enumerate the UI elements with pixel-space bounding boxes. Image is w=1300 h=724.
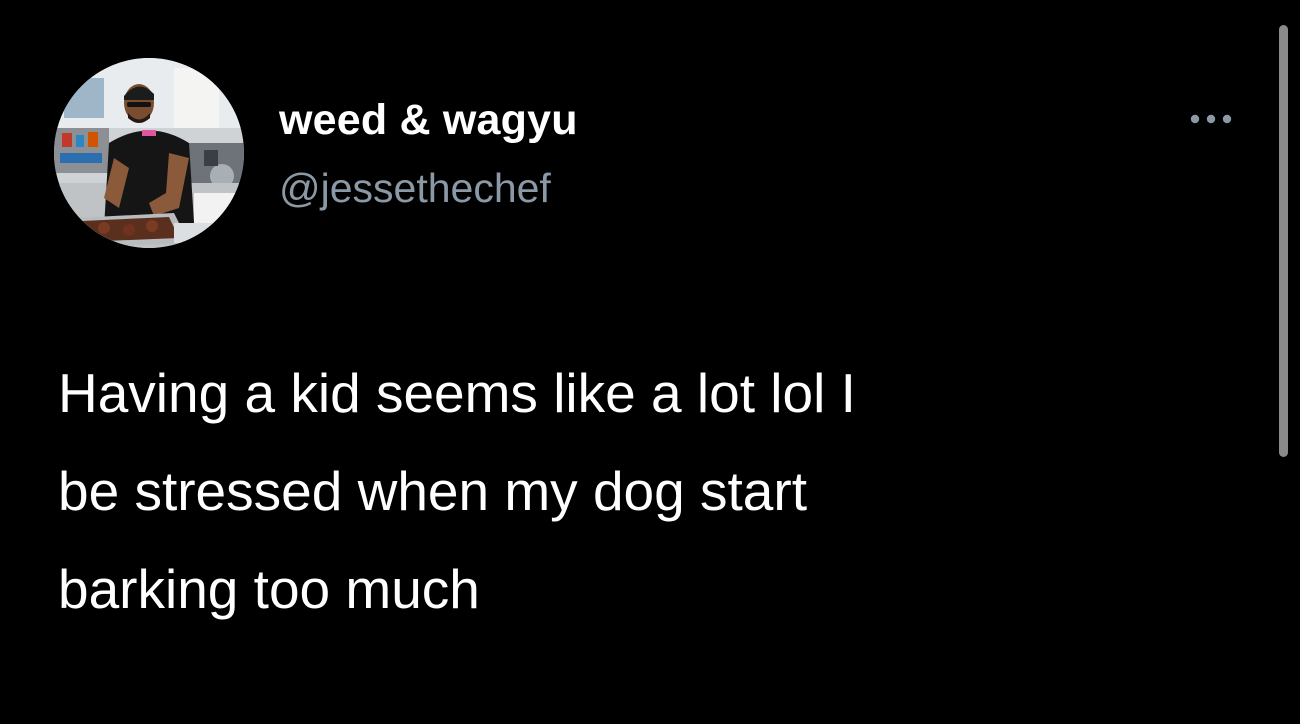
tweet-text-line: barking too much [58,558,480,620]
tweet-text-line: Having a kid seems like a lot lol I [58,362,856,424]
tweet-text-line: be stressed when my dog start [58,460,807,522]
tweet: weed & wagyu @jessethechef Having a kid … [0,0,1300,724]
author-handle[interactable]: @jessethechef [279,165,551,212]
more-horizontal-icon [1190,114,1232,124]
avatar[interactable] [54,58,244,248]
author-display-name[interactable]: weed & wagyu [279,96,578,145]
scrollbar-thumb[interactable] [1279,25,1288,457]
tweet-text: Having a kid seems like a lot lol I be s… [58,344,1188,638]
more-options-button[interactable] [1180,102,1242,136]
chef-profile-photo-icon [54,58,244,248]
